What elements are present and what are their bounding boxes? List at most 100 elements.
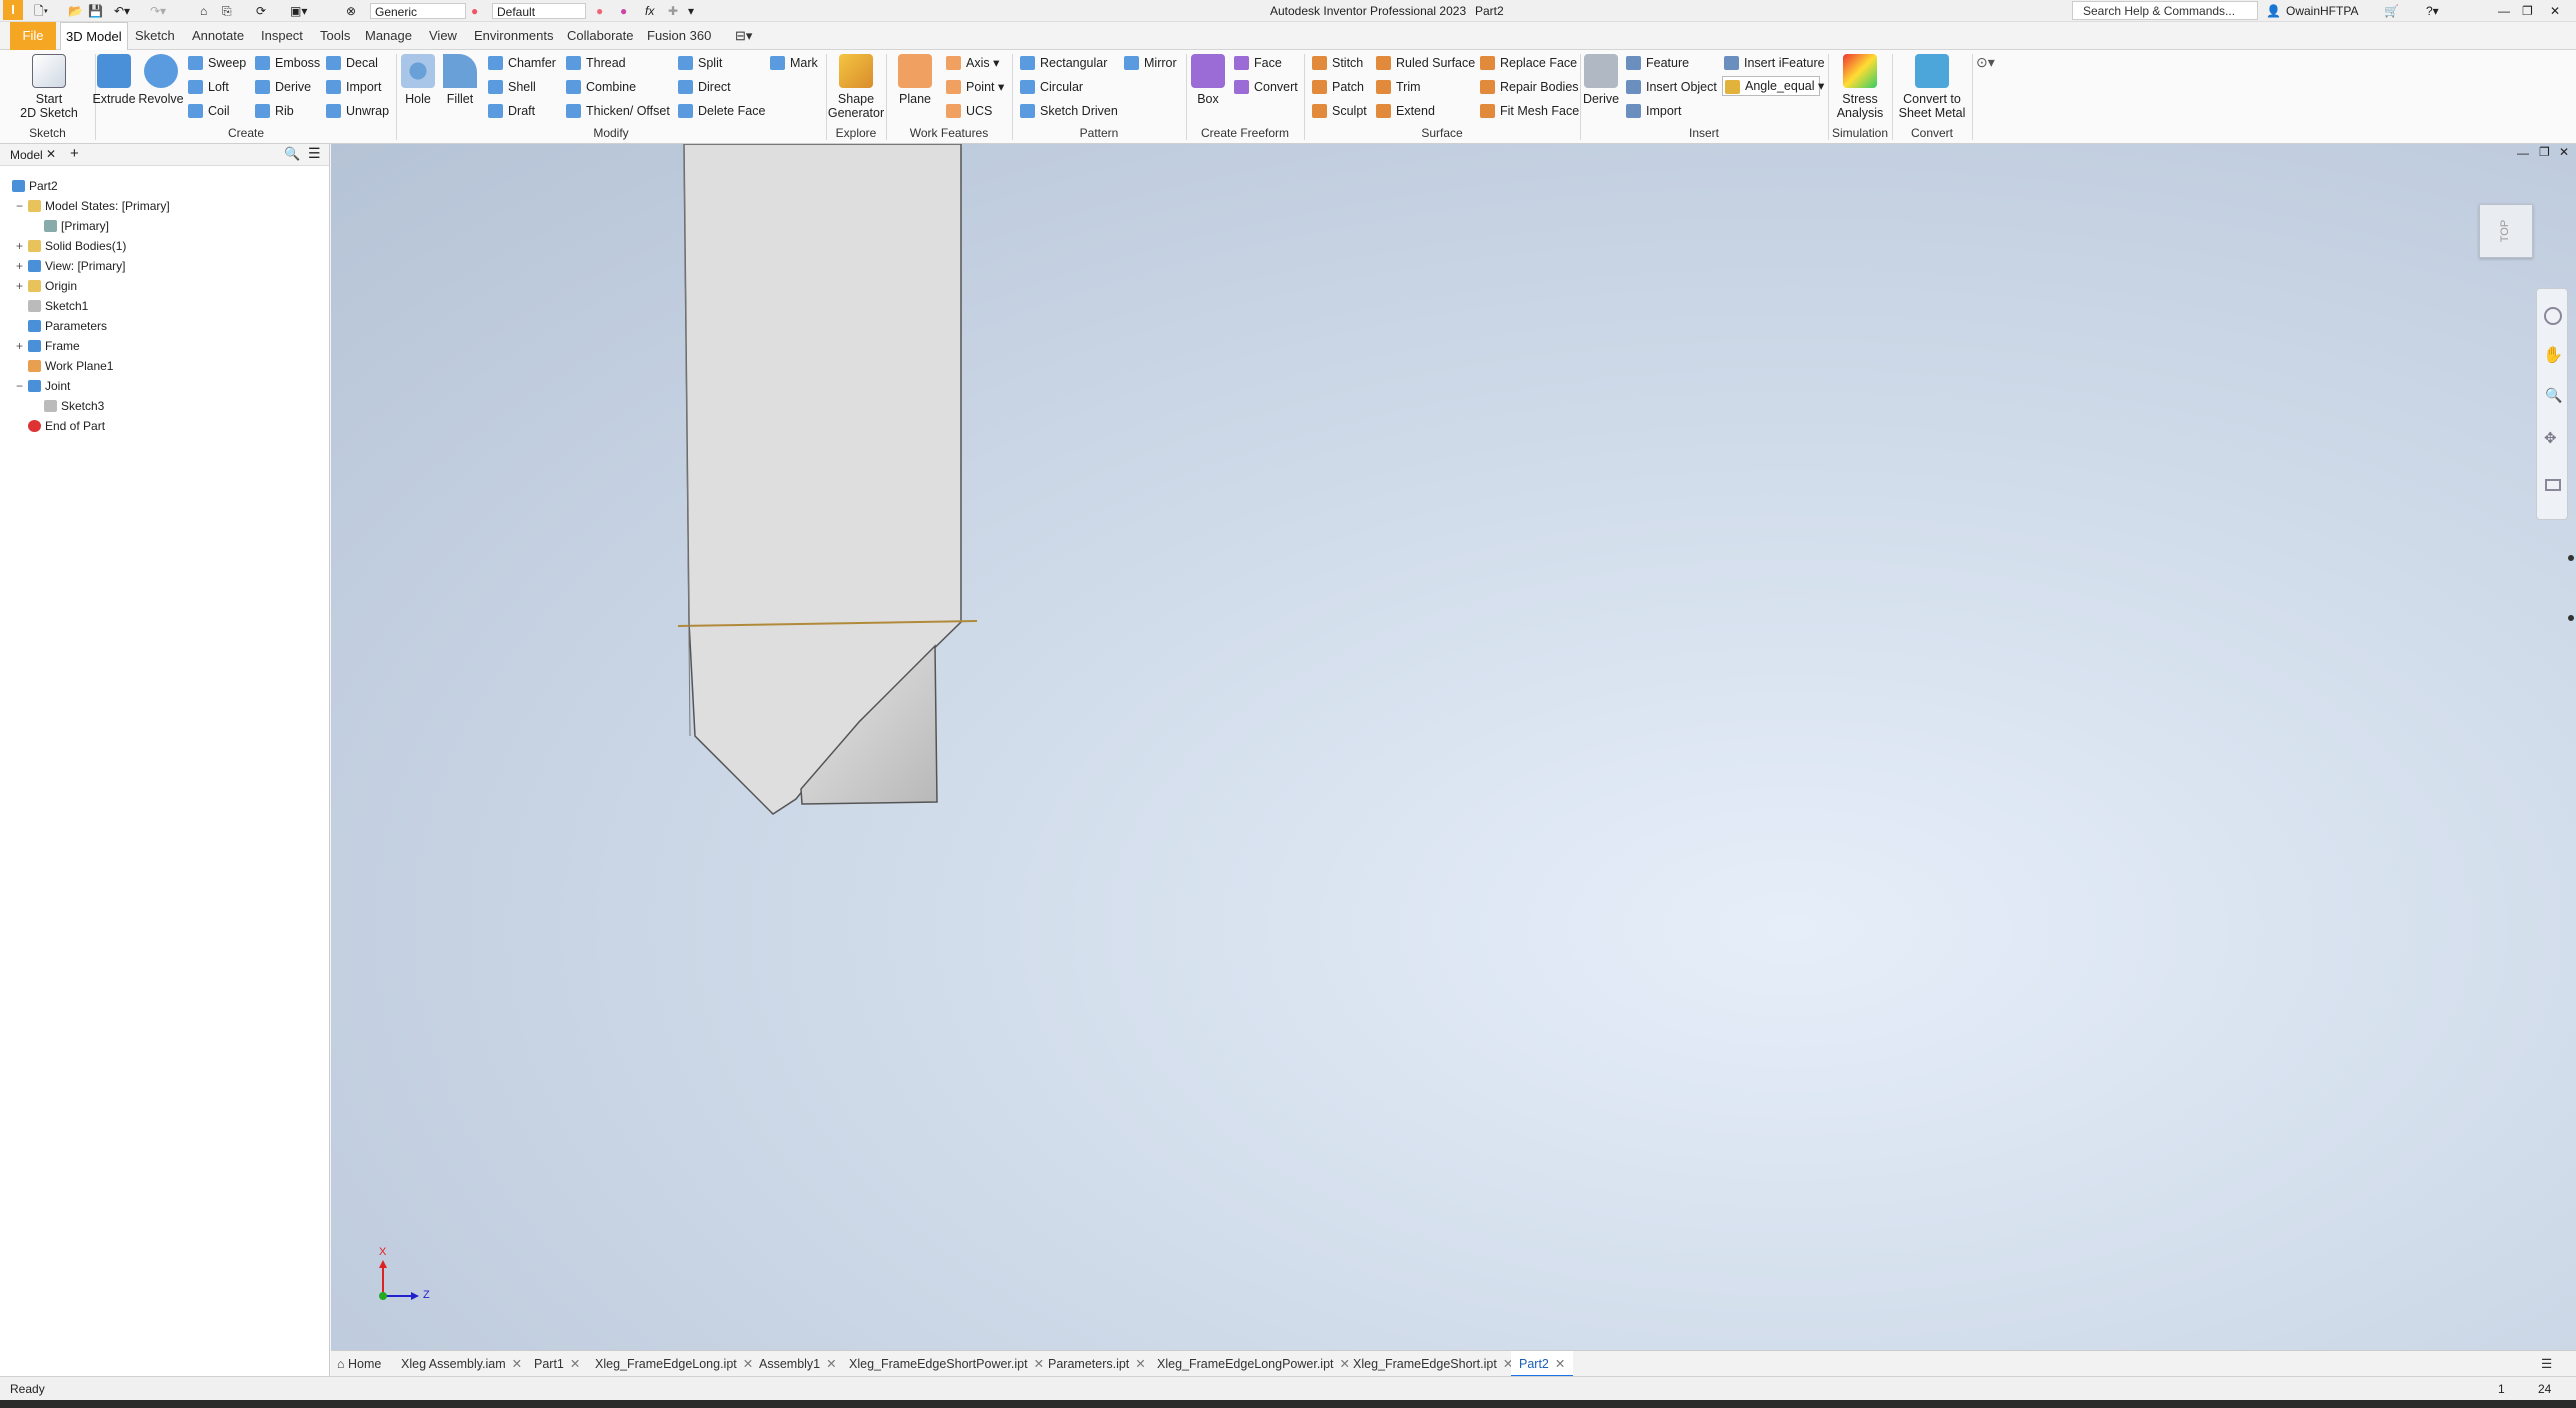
fit-mesh-face-button[interactable]: Fit Mesh Face xyxy=(1478,100,1579,122)
doc-tab[interactable]: Xleg_FrameEdgeShort.ipt ✕ xyxy=(1353,1351,1513,1377)
user-icon[interactable]: 👤 xyxy=(2266,3,2281,19)
tree-item[interactable]: + Origin xyxy=(16,276,77,296)
tab-sketch[interactable]: Sketch xyxy=(130,22,180,50)
steering-wheel-icon[interactable] xyxy=(2544,307,2562,325)
insert-object-button[interactable]: Insert Object xyxy=(1624,76,1717,98)
parameters-fx-icon[interactable]: fx xyxy=(645,3,654,19)
tree-item[interactable]: − Joint xyxy=(16,376,70,396)
sculpt-button[interactable]: Sculpt xyxy=(1310,100,1367,122)
revolve-button[interactable]: Revolve xyxy=(138,54,184,106)
tree-item[interactable]: Part2 xyxy=(12,176,58,196)
viewport-restore-icon[interactable]: ❐ xyxy=(2539,145,2550,159)
color-wheel-icon[interactable]: ● xyxy=(471,3,478,19)
tree-item[interactable]: Parameters xyxy=(28,316,107,336)
sketch-driven-pattern-button[interactable]: Sketch Driven xyxy=(1018,100,1118,122)
tree-item[interactable]: Work Plane1 xyxy=(28,356,113,376)
insert-derive-button[interactable]: Derive xyxy=(1582,54,1620,106)
tab-fusion-360[interactable]: Fusion 360 xyxy=(642,22,716,50)
search-box[interactable]: Search Help & Commands... xyxy=(2072,1,2258,20)
close-icon[interactable]: ✕ xyxy=(1034,1357,1044,1371)
derive-button[interactable]: Derive xyxy=(253,76,311,98)
combine-button[interactable]: Combine xyxy=(564,76,636,98)
tree-item[interactable]: + View: [Primary] xyxy=(16,256,125,276)
undo-icon[interactable]: ↶▾ xyxy=(114,3,130,19)
ifeature-select[interactable]: Angle_equal ▾ xyxy=(1722,76,1824,96)
insert-feature-button[interactable]: Feature xyxy=(1624,52,1689,74)
graphics-viewport[interactable]: — ❐ ✕ TOP X Z xyxy=(331,144,2576,1350)
close-icon[interactable]: ✕ xyxy=(1555,1357,1565,1371)
start-2d-sketch-button[interactable]: Start 2D Sketch xyxy=(14,54,84,120)
ruled-surface-button[interactable]: Ruled Surface xyxy=(1374,52,1475,74)
stitch-button[interactable]: Stitch xyxy=(1310,52,1363,74)
coil-button[interactable]: Coil xyxy=(186,100,230,122)
group-label-modify[interactable]: Modify xyxy=(396,126,826,142)
draft-button[interactable]: Draft xyxy=(486,100,535,122)
tree-item[interactable]: Sketch3 xyxy=(44,396,104,416)
tab-view[interactable]: View xyxy=(424,22,462,50)
tab-inspect[interactable]: Inspect xyxy=(256,22,308,50)
tree-item[interactable]: Sketch1 xyxy=(28,296,88,316)
tab-list-menu-icon[interactable]: ☰ xyxy=(2541,1351,2552,1377)
plane-button[interactable]: Plane xyxy=(890,54,940,106)
material-browser-icon[interactable]: ● xyxy=(620,3,627,19)
decal-button[interactable]: Decal xyxy=(324,52,378,74)
sweep-button[interactable]: Sweep xyxy=(186,52,246,74)
axis-button[interactable]: Axis ▾ xyxy=(944,52,999,74)
tab-file[interactable]: File xyxy=(10,22,56,50)
close-icon[interactable]: ✕ xyxy=(512,1357,522,1371)
insert-ifeature-button[interactable]: Insert iFeature xyxy=(1722,52,1825,74)
viewport-minimize-icon[interactable]: — xyxy=(2517,146,2529,160)
measure-icon[interactable]: ✚ xyxy=(668,3,678,19)
return-icon[interactable]: ⎘ xyxy=(222,3,232,19)
repair-bodies-button[interactable]: Repair Bodies xyxy=(1478,76,1579,98)
hole-button[interactable]: Hole xyxy=(398,54,438,106)
collapse-icon[interactable]: − xyxy=(16,196,23,216)
face-button[interactable]: Face xyxy=(1232,52,1282,74)
delete-face-button[interactable]: Delete Face xyxy=(676,100,765,122)
close-icon[interactable]: ✕ xyxy=(1135,1357,1145,1371)
app-logo[interactable]: I xyxy=(3,0,23,20)
home-icon[interactable]: ⌂ xyxy=(200,3,207,19)
cancel-icon[interactable]: ⊗ xyxy=(346,3,356,19)
cart-icon[interactable]: 🛒 xyxy=(2384,3,2399,19)
menu-icon[interactable]: ☰ xyxy=(308,145,321,162)
expand-icon[interactable]: + xyxy=(16,276,23,296)
close-icon[interactable]: ✕ xyxy=(1340,1357,1350,1371)
shell-button[interactable]: Shell xyxy=(486,76,536,98)
user-name[interactable]: OwainHFTPA xyxy=(2286,3,2358,19)
insert-import-button[interactable]: Import xyxy=(1624,100,1681,122)
select-icon[interactable]: ▣▾ xyxy=(290,3,307,19)
doc-tab[interactable]: Assembly1 ✕ xyxy=(759,1351,837,1377)
zoom-icon[interactable]: 🔍 xyxy=(2545,387,2562,404)
loft-button[interactable]: Loft xyxy=(186,76,229,98)
thread-button[interactable]: Thread xyxy=(564,52,626,74)
update-icon[interactable]: ⟳ xyxy=(256,3,266,19)
stress-analysis-button[interactable]: Stress Analysis xyxy=(1832,54,1888,120)
replace-face-button[interactable]: Replace Face xyxy=(1478,52,1577,74)
browser-tab-model[interactable]: Model xyxy=(10,148,43,162)
doc-tab[interactable]: Xleg Assembly.iam ✕ xyxy=(401,1351,522,1377)
doc-tab[interactable]: Parameters.ipt ✕ xyxy=(1048,1351,1146,1377)
search-input[interactable]: Search Help & Commands... xyxy=(2083,3,2235,19)
tree-item[interactable]: + Frame xyxy=(16,336,80,356)
rectangular-pattern-button[interactable]: Rectangular xyxy=(1018,52,1107,74)
tab-collaborate[interactable]: Collaborate xyxy=(562,22,639,50)
restore-button[interactable]: ❐ xyxy=(2522,3,2533,19)
chamfer-button[interactable]: Chamfer xyxy=(486,52,556,74)
customize-icon[interactable]: ▾ xyxy=(688,3,694,19)
convert-sheet-metal-button[interactable]: Convert to Sheet Metal xyxy=(1894,54,1970,120)
tab-environments[interactable]: Environments xyxy=(469,22,558,50)
unwrap-button[interactable]: Unwrap xyxy=(324,100,389,122)
tab-3d-model[interactable]: 3D Model xyxy=(60,22,128,50)
doc-tab[interactable]: Xleg_FrameEdgeShortPower.ipt ✕ xyxy=(849,1351,1044,1377)
collapse-icon[interactable]: − xyxy=(16,376,23,396)
doc-tab-home[interactable]: ⌂ Home xyxy=(337,1351,381,1377)
orbit-icon[interactable]: ✥ xyxy=(2544,429,2557,447)
extend-button[interactable]: Extend xyxy=(1374,100,1435,122)
shape-generator-button[interactable]: Shape Generator xyxy=(826,54,886,120)
split-button[interactable]: Split xyxy=(676,52,722,74)
new-icon[interactable]: 🗋▾ xyxy=(34,3,48,19)
tree-item[interactable]: + Solid Bodies(1) xyxy=(16,236,126,256)
thicken-offset-button[interactable]: Thicken/ Offset xyxy=(564,100,670,122)
material-select[interactable]: Default xyxy=(492,3,586,19)
